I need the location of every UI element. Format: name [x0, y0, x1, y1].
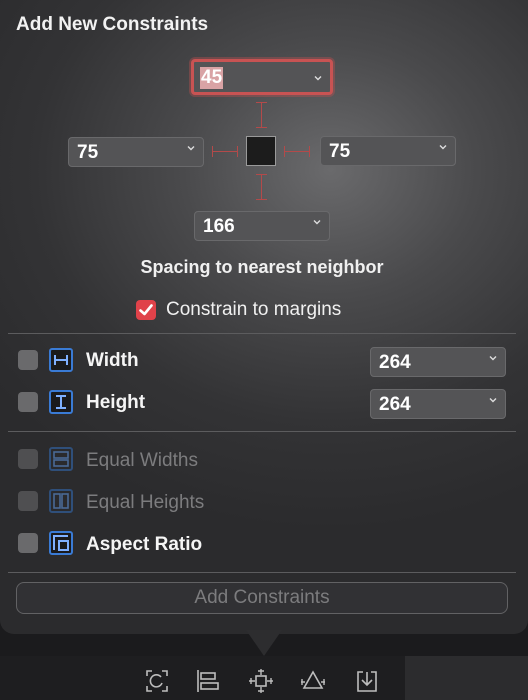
equal-widths-icon — [49, 447, 73, 471]
right-strut-cap-left — [284, 146, 285, 157]
constrain-to-margins-label: Constrain to margins — [166, 299, 342, 320]
height-value: 264 — [379, 394, 411, 415]
chevron-down-icon — [313, 220, 321, 225]
constrain-to-margins-checkbox[interactable] — [136, 300, 156, 320]
height-value-field[interactable]: 264 — [370, 389, 506, 419]
width-icon — [49, 348, 73, 372]
toolbar-filler — [405, 656, 528, 700]
top-strut[interactable] — [261, 102, 262, 128]
align-icon[interactable] — [195, 668, 221, 694]
left-strut-cap-left — [212, 146, 213, 157]
right-spacing-value: 75 — [329, 141, 351, 162]
divider — [8, 572, 516, 573]
top-spacing-value: 45 — [200, 67, 224, 89]
equal-heights-label: Equal Heights — [86, 492, 205, 513]
left-strut-cap-right — [237, 146, 238, 157]
right-strut-cap-right — [309, 146, 310, 157]
bottom-strut-cap-bottom — [256, 199, 267, 200]
chevron-down-icon — [439, 145, 447, 150]
chevron-down-icon — [489, 356, 497, 361]
update-frames-icon[interactable] — [144, 668, 170, 694]
height-label: Height — [86, 392, 146, 413]
height-icon — [49, 390, 73, 414]
left-strut[interactable] — [212, 151, 238, 152]
aspect-ratio-icon — [49, 531, 73, 555]
view-placeholder-square — [246, 136, 276, 166]
popover-arrow — [246, 630, 282, 656]
height-checkbox[interactable] — [18, 392, 38, 412]
equal-heights-checkbox[interactable] — [18, 491, 38, 511]
width-label: Width — [86, 350, 139, 371]
add-constraints-popover: Add New Constraints 45 75 75 166 Spacing… — [0, 0, 528, 634]
resolve-issues-icon[interactable] — [300, 668, 326, 694]
equal-heights-icon — [49, 489, 73, 513]
divider — [8, 431, 516, 432]
aspect-ratio-checkbox[interactable] — [18, 533, 38, 553]
divider — [8, 333, 516, 334]
add-constraints-button-label: Add Constraints — [194, 587, 330, 608]
right-spacing-field[interactable]: 75 — [320, 136, 456, 166]
top-spacing-field[interactable]: 45 — [191, 59, 333, 95]
add-constraints-button[interactable]: Add Constraints — [16, 582, 508, 614]
width-checkbox[interactable] — [18, 350, 38, 370]
add-constraints-icon[interactable] — [248, 668, 274, 694]
equal-widths-label: Equal Widths — [86, 450, 198, 471]
equal-widths-checkbox[interactable] — [18, 449, 38, 469]
right-strut[interactable] — [284, 151, 310, 152]
width-value-field[interactable]: 264 — [370, 347, 506, 377]
top-strut-cap-bottom — [256, 127, 267, 128]
chevron-down-icon — [314, 76, 322, 81]
spacing-caption: Spacing to nearest neighbor — [140, 257, 384, 277]
bottom-spacing-value: 166 — [203, 216, 235, 237]
width-value: 264 — [379, 352, 411, 373]
popover-title: Add New Constraints — [16, 14, 209, 35]
aspect-ratio-label: Aspect Ratio — [86, 534, 203, 555]
left-spacing-value: 75 — [77, 142, 99, 163]
top-strut-cap-top — [256, 102, 267, 103]
chevron-down-icon — [489, 398, 497, 403]
bottom-spacing-field[interactable]: 166 — [194, 211, 330, 241]
checkmark-icon — [139, 304, 153, 316]
chevron-down-icon — [187, 146, 195, 151]
bottom-strut-cap-top — [256, 174, 267, 175]
bottom-strut[interactable] — [261, 174, 262, 200]
left-spacing-field[interactable]: 75 — [68, 137, 204, 167]
embed-icon[interactable] — [354, 668, 380, 694]
